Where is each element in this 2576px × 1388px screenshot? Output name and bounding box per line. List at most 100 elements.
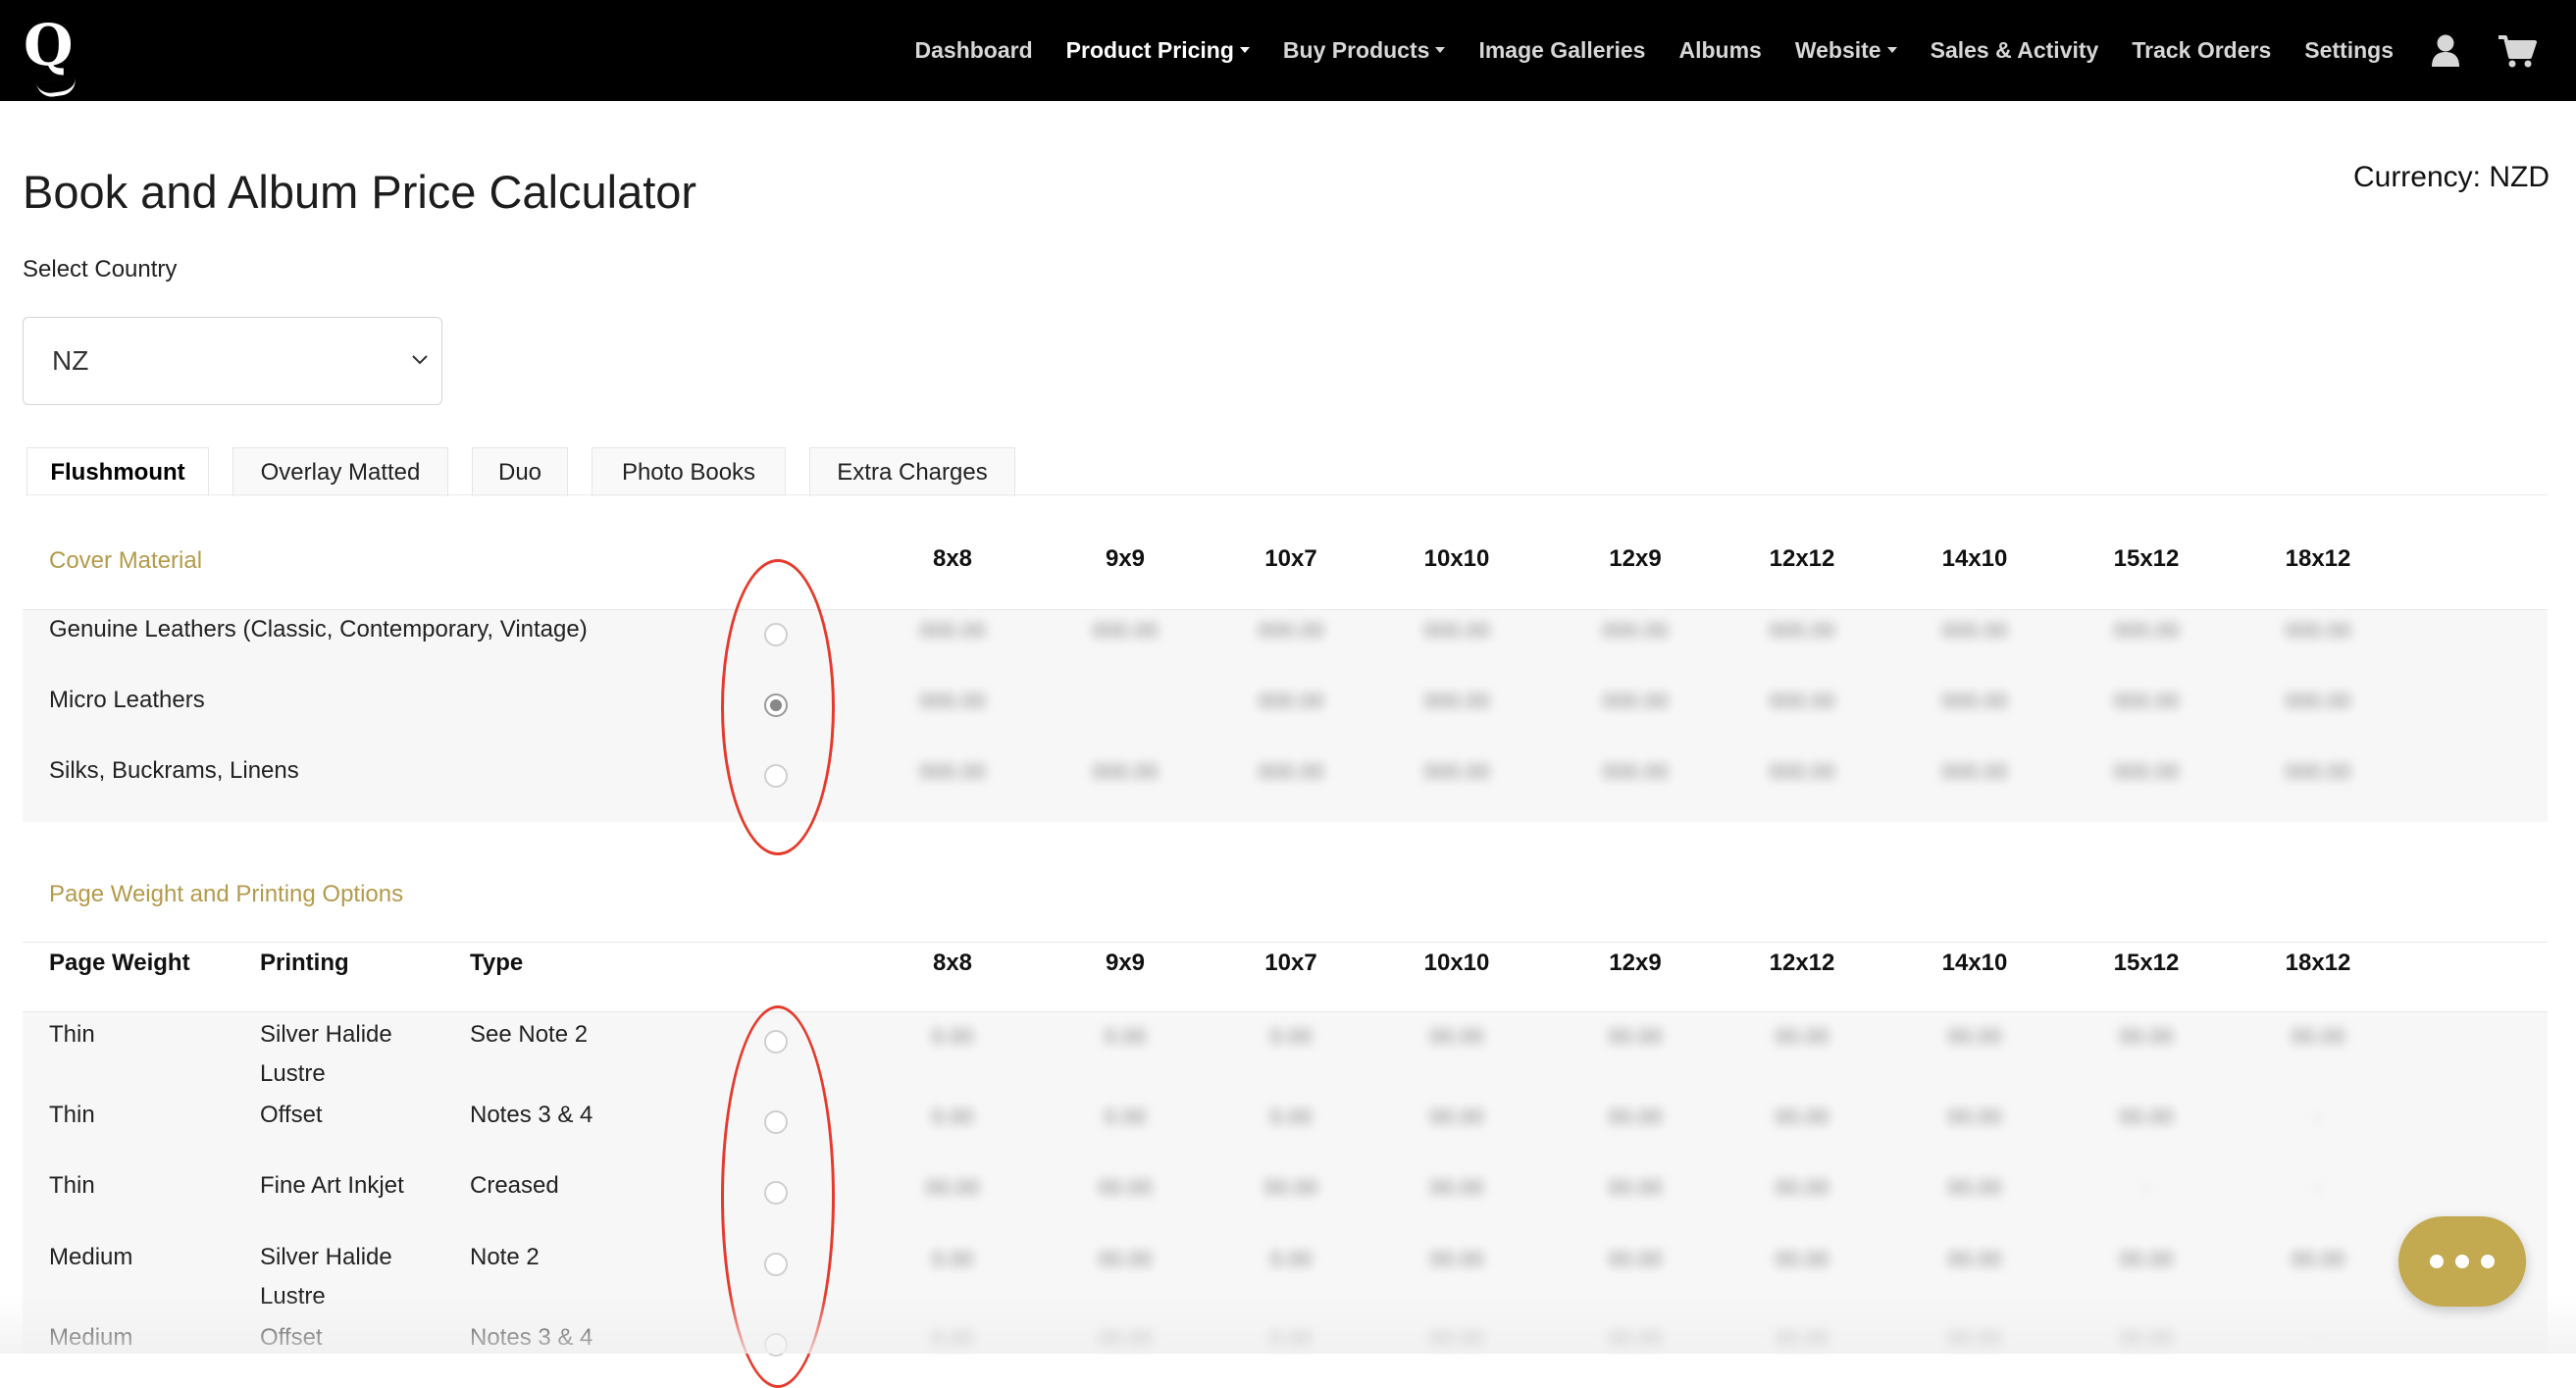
price-cell: 00.00 bbox=[1429, 1024, 1484, 1049]
nav-item-label: Track Orders bbox=[2132, 37, 2272, 63]
tab-overlay-matted[interactable]: Overlay Matted bbox=[232, 447, 448, 496]
price-cell: 00.00 bbox=[1947, 1327, 2002, 1352]
cover-row-label: Genuine Leathers (Classic, Contemporary,… bbox=[49, 616, 588, 643]
select-country-label: Select Country bbox=[23, 256, 178, 283]
column-header-10x10: 10x10 bbox=[1423, 950, 1490, 976]
price-cell: - bbox=[2314, 1105, 2322, 1129]
nav-item-label: Sales & Activity bbox=[1930, 37, 2099, 63]
price-cell: 000.00 bbox=[2285, 759, 2351, 784]
page-option-radio[interactable] bbox=[764, 1030, 788, 1054]
price-cell: 00.00 bbox=[1608, 1105, 1663, 1129]
price-cell: 0.00 bbox=[931, 1024, 974, 1049]
column-header-page-weight: Page Weight bbox=[49, 950, 190, 976]
price-cell: 0.00 bbox=[1269, 1024, 1313, 1049]
price-cell: 000.00 bbox=[2113, 759, 2180, 784]
cover-radio[interactable] bbox=[764, 623, 788, 646]
tab-duo[interactable]: Duo bbox=[472, 447, 568, 496]
price-cell: 000.00 bbox=[919, 759, 986, 784]
nav-item-settings[interactable]: Settings bbox=[2304, 37, 2394, 64]
price-cell: 0.00 bbox=[931, 1247, 974, 1271]
divider bbox=[23, 942, 2548, 943]
country-select-value: NZ bbox=[52, 345, 89, 376]
page-weight-cell: Thin bbox=[49, 1102, 95, 1128]
caret-down-icon bbox=[1886, 46, 1897, 53]
price-cell: 000.00 bbox=[1602, 689, 1669, 713]
nav-item-sales-and-activity[interactable]: Sales & Activity bbox=[1931, 37, 2099, 64]
price-cell: 00.00 bbox=[925, 1175, 980, 1200]
column-header-15x12: 15x12 bbox=[2113, 950, 2180, 976]
nav-item-dashboard[interactable]: Dashboard bbox=[915, 37, 1033, 64]
price-cell: 000.00 bbox=[1941, 689, 2008, 713]
price-cell: 00.00 bbox=[1608, 1247, 1663, 1271]
brand-logo[interactable]: Q bbox=[24, 14, 82, 99]
nav-item-image-galleries[interactable]: Image Galleries bbox=[1478, 37, 1645, 64]
price-cell: 000.00 bbox=[2285, 689, 2351, 713]
page-option-radio[interactable] bbox=[764, 1253, 788, 1276]
nav-item-label: Settings bbox=[2304, 37, 2394, 63]
tab-photo-books[interactable]: Photo Books bbox=[592, 447, 786, 496]
top-navbar: Q Dashboard Product Pricing Buy Products Im… bbox=[0, 0, 2576, 101]
page-option-radio[interactable] bbox=[764, 1110, 788, 1134]
printing-cell: Fine Art Inkjet bbox=[260, 1172, 404, 1199]
price-cell: 000.00 bbox=[1092, 759, 1159, 784]
price-cell: 00.00 bbox=[1608, 1327, 1663, 1352]
price-cell: 00.00 bbox=[1608, 1024, 1663, 1049]
price-cell: 000.00 bbox=[1941, 618, 2008, 643]
tab-flushmount[interactable]: Flushmount bbox=[26, 447, 209, 496]
nav-item-label: Product Pricing bbox=[1065, 37, 1234, 63]
column-header-18x12: 18x12 bbox=[2285, 950, 2351, 976]
chat-dot bbox=[2430, 1255, 2444, 1268]
page-option-radio[interactable] bbox=[764, 1333, 788, 1357]
nav-item-buy-products[interactable]: Buy Products bbox=[1283, 37, 1446, 64]
nav-item-label: Buy Products bbox=[1282, 37, 1430, 63]
price-cell: 0.00 bbox=[1104, 1024, 1147, 1049]
price-cell: 000.00 bbox=[1258, 689, 1324, 713]
product-tabs: Flushmount Overlay Matted Duo Photo Books Ex… bbox=[26, 447, 1039, 496]
tabs-divider bbox=[26, 494, 2548, 495]
price-cell: - bbox=[2314, 1327, 2322, 1352]
cover-material-heading: Cover Material bbox=[49, 547, 203, 574]
type-cell: Note 2 bbox=[470, 1244, 540, 1270]
price-cell: 00.00 bbox=[2119, 1327, 2174, 1352]
price-cell: 00.00 bbox=[1263, 1175, 1318, 1200]
price-cell: 000.00 bbox=[1602, 618, 1669, 643]
column-header-14x10: 14x10 bbox=[1941, 950, 2008, 976]
column-header-9x9: 9x9 bbox=[1105, 545, 1146, 572]
price-cell: 00.00 bbox=[2119, 1105, 2174, 1129]
country-select[interactable]: NZ bbox=[23, 317, 442, 405]
price-cell: 000.00 bbox=[1941, 759, 2008, 784]
nav-item-albums[interactable]: Albums bbox=[1678, 37, 1761, 64]
page-option-radio[interactable] bbox=[764, 1181, 788, 1205]
column-header-12x9: 12x9 bbox=[1609, 545, 1662, 572]
price-cell: 000.00 bbox=[1258, 759, 1324, 784]
column-header-printing: Printing bbox=[260, 950, 349, 976]
cart-icon[interactable] bbox=[2498, 34, 2537, 68]
nav-item-website[interactable]: Website bbox=[1795, 37, 1897, 64]
page-title: Book and Album Price Calculator bbox=[23, 166, 697, 218]
price-cell: 000.00 bbox=[1423, 689, 1490, 713]
price-cell: 000.00 bbox=[2113, 689, 2180, 713]
type-cell: Creased bbox=[470, 1172, 559, 1199]
price-cell: 00.00 bbox=[1947, 1175, 2002, 1200]
currency-label: Currency: NZD bbox=[2352, 161, 2550, 193]
nav-item-product-pricing[interactable]: Product Pricing bbox=[1066, 37, 1250, 64]
tab-extra-charges[interactable]: Extra Charges bbox=[809, 447, 1015, 496]
chat-button[interactable] bbox=[2398, 1216, 2526, 1307]
price-cell: 000.00 bbox=[1092, 618, 1159, 643]
cover-radio[interactable] bbox=[764, 764, 788, 788]
price-cell: 00.00 bbox=[2291, 1247, 2345, 1271]
price-cell: 00.00 bbox=[2119, 1024, 2174, 1049]
column-header-12x12: 12x12 bbox=[1769, 545, 1835, 572]
price-cell: 00.00 bbox=[1775, 1327, 1829, 1352]
page-weight-cell: Thin bbox=[49, 1021, 95, 1048]
nav-item-track-orders[interactable]: Track Orders bbox=[2132, 37, 2271, 64]
user-icon[interactable] bbox=[2431, 34, 2460, 68]
price-cell: 00.00 bbox=[1429, 1105, 1484, 1129]
price-cell: 00.00 bbox=[1947, 1024, 2002, 1049]
printing-cell: Offset bbox=[260, 1324, 323, 1351]
price-cell: 00.00 bbox=[2291, 1024, 2345, 1049]
column-header-10x7: 10x7 bbox=[1264, 950, 1317, 976]
column-header-12x9: 12x9 bbox=[1609, 950, 1662, 976]
cover-radio[interactable] bbox=[764, 694, 788, 717]
chevron-down-icon bbox=[410, 349, 430, 374]
